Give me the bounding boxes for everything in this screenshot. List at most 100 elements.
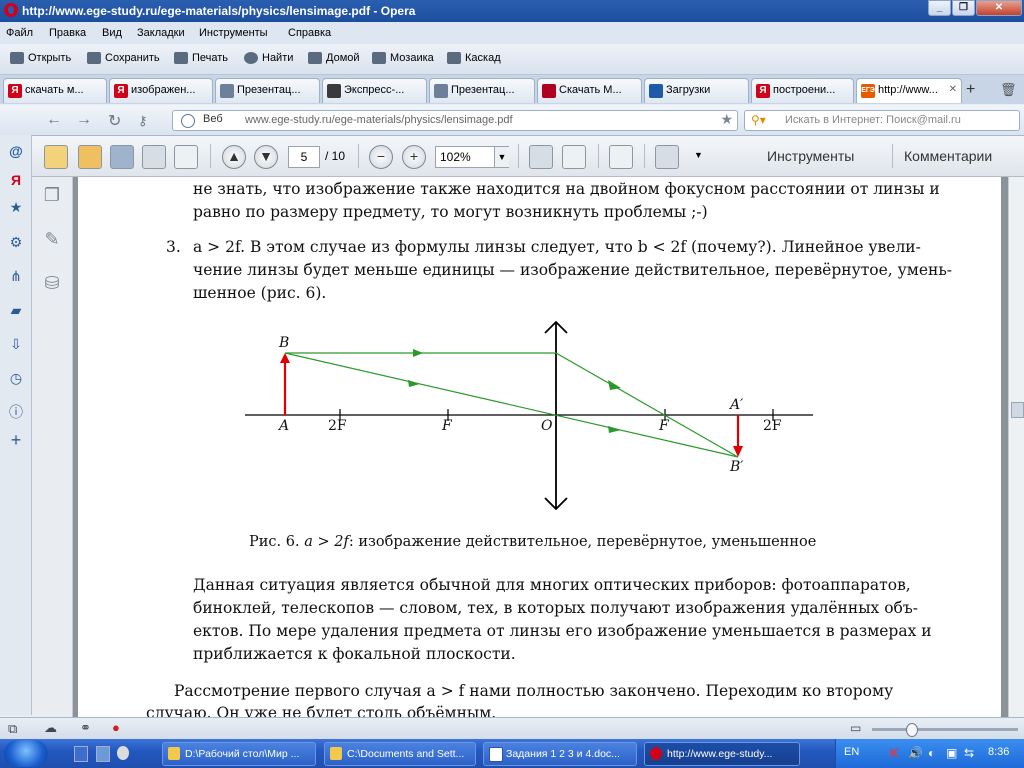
volume-icon[interactable]: 🔊	[908, 746, 923, 760]
quicklaunch-icon[interactable]	[117, 746, 129, 760]
sign-icon[interactable]	[609, 145, 633, 169]
zoom-slider[interactable]	[872, 723, 1018, 737]
menu-view[interactable]: Вид	[102, 27, 122, 39]
zoom-in-button[interactable]: +	[402, 145, 426, 169]
taskbar-item-word[interactable]: Задания 1 2 3 и 4.doc...	[483, 742, 637, 766]
close-button[interactable]: ✕	[976, 0, 1022, 16]
previous-page-button[interactable]: ▲	[222, 145, 246, 169]
pages-icon[interactable]: ❐	[42, 185, 62, 207]
fit-width-icon[interactable]	[562, 145, 586, 169]
taskbar-item-explorer-2[interactable]: C:\Documents and Sett...	[324, 742, 476, 766]
mail-icon[interactable]: @	[8, 143, 24, 159]
print-icon[interactable]	[142, 145, 166, 169]
taskbar-item-explorer-1[interactable]: D:\Рабочий стол\Мир ...	[162, 742, 316, 766]
pdf-navigation-pane: ❐ ✎ ⛁	[32, 177, 73, 717]
tray-icon[interactable]: ◐	[928, 746, 935, 760]
save-button[interactable]: Сохранить	[87, 52, 160, 64]
search-icon[interactable]: ⚲▾	[751, 113, 766, 127]
tab-6[interactable]: Скачать М...	[537, 78, 642, 103]
share-icon[interactable]: ⋔	[8, 268, 24, 284]
zoom-select[interactable]: 102% ▼	[435, 146, 509, 168]
menu-edit[interactable]: Правка	[49, 27, 86, 39]
expand-icon[interactable]	[655, 145, 679, 169]
combine-icon[interactable]	[78, 145, 102, 169]
info-icon[interactable]: ⓘ	[8, 404, 24, 420]
attachments-paperclip-icon[interactable]: ✎	[42, 229, 62, 251]
network-tray-icon[interactable]: ▣	[946, 746, 957, 760]
scrollbar-thumb[interactable]	[1011, 402, 1024, 418]
close-tab-icon[interactable]: ✕	[949, 84, 957, 95]
binoculars-icon[interactable]: ⛁	[42, 273, 62, 295]
url-text[interactable]: www.ege-study.ru/ege-materials/physics/l…	[245, 114, 513, 126]
zoom-slider-knob[interactable]	[906, 723, 918, 737]
forward-button[interactable]: →	[76, 111, 92, 129]
start-button[interactable]	[4, 740, 48, 767]
find-button[interactable]: Найти	[244, 52, 293, 64]
yandex-icon[interactable]: Я	[8, 172, 24, 188]
downloads-icon[interactable]: ⇩	[8, 336, 24, 352]
tab-8[interactable]: Япостроени...	[751, 78, 854, 103]
restore-button[interactable]: ❐	[952, 0, 975, 16]
tile-button[interactable]: Мозаика	[372, 52, 434, 64]
history-clock-icon[interactable]: ◷	[8, 370, 24, 386]
minimize-button[interactable]: _	[928, 0, 951, 16]
cloud-icon[interactable]: ☁	[44, 720, 57, 736]
antivirus-icon[interactable]: K	[890, 746, 899, 760]
zoom-out-button[interactable]: −	[369, 145, 393, 169]
menu-bookmarks[interactable]: Закладки	[137, 27, 185, 39]
settings-gear-icon[interactable]: ⚙	[8, 234, 24, 250]
home-button[interactable]: Домой	[308, 52, 360, 64]
email-icon[interactable]	[174, 145, 198, 169]
bookmarks-star-icon[interactable]: ★	[8, 199, 24, 215]
save-icon[interactable]	[110, 145, 134, 169]
globe-icon	[181, 114, 195, 128]
fit-page-icon[interactable]	[529, 145, 553, 169]
key-icon[interactable]: ⚷	[138, 113, 148, 129]
tab-1[interactable]: Яскачать м...	[3, 78, 107, 103]
chevron-down-icon[interactable]: ▼	[494, 147, 509, 167]
label-f-left: F	[442, 418, 452, 434]
cascade-icon	[447, 52, 461, 64]
add-panel-icon[interactable]: +	[8, 431, 24, 449]
tab-7[interactable]: Загрузки	[644, 78, 749, 103]
tab-3[interactable]: Презентац...	[215, 78, 320, 103]
bookmarks-bar: Открыть Сохранить Печать Найти Домой Моз…	[0, 44, 1024, 75]
tab-4[interactable]: Экспресс-...	[322, 78, 427, 103]
tab-2[interactable]: Яизображен...	[109, 78, 213, 103]
tab-9-active[interactable]: ЕГЭ http://www... ✕	[856, 78, 962, 103]
pdf-viewport[interactable]: не знать, что изображение также находитс…	[73, 177, 1008, 717]
unite-icon[interactable]: ●	[112, 720, 120, 735]
trash-icon[interactable]: 🗑	[1000, 82, 1017, 98]
menu-file[interactable]: Файл	[6, 27, 33, 39]
menu-help[interactable]: Справка	[288, 27, 331, 39]
search-placeholder: Искать в Интернет: Поиск@mail.ru	[785, 114, 961, 126]
search-field[interactable]: ⚲▾ Искать в Интернет: Поиск@mail.ru	[744, 110, 1020, 131]
notes-icon[interactable]: ▰	[8, 302, 24, 318]
address-field[interactable]: Веб www.ege-study.ru/ege-materials/physi…	[172, 110, 738, 131]
tools-pane-button[interactable]: Инструменты	[767, 148, 854, 164]
page-number-input[interactable]: 5	[288, 146, 320, 168]
quicklaunch-icon[interactable]	[74, 746, 88, 762]
label-o: O	[541, 418, 553, 434]
taskbar-item-opera[interactable]: http://www.ege-study...	[644, 742, 800, 766]
comments-pane-button[interactable]: Комментарии	[904, 148, 992, 164]
menu-tools[interactable]: Инструменты	[199, 27, 268, 39]
zoom-fit-icon[interactable]: ▭	[850, 721, 861, 735]
vertical-scrollbar[interactable]	[1008, 177, 1024, 717]
print-button[interactable]: Печать	[174, 52, 228, 64]
open-button[interactable]: Открыть	[10, 52, 71, 64]
chevron-down-icon[interactable]: ▼	[694, 150, 703, 160]
safely-remove-icon[interactable]: ⇆	[964, 746, 974, 760]
reload-button[interactable]: ↻	[108, 111, 121, 131]
back-button[interactable]: ←	[46, 111, 62, 129]
create-pdf-icon[interactable]	[44, 145, 68, 169]
panel-toggle-icon[interactable]: ⧉	[8, 721, 17, 737]
language-indicator[interactable]: EN	[844, 746, 859, 758]
quicklaunch-icon[interactable]	[96, 746, 110, 762]
new-tab-button[interactable]: +	[966, 81, 975, 99]
cascade-button[interactable]: Каскад	[447, 52, 501, 64]
next-page-button[interactable]: ▼	[254, 145, 278, 169]
bookmark-star-icon[interactable]: ★	[720, 111, 733, 128]
tab-5[interactable]: Презентац...	[429, 78, 535, 103]
network-icon[interactable]: ⚭	[80, 720, 91, 736]
